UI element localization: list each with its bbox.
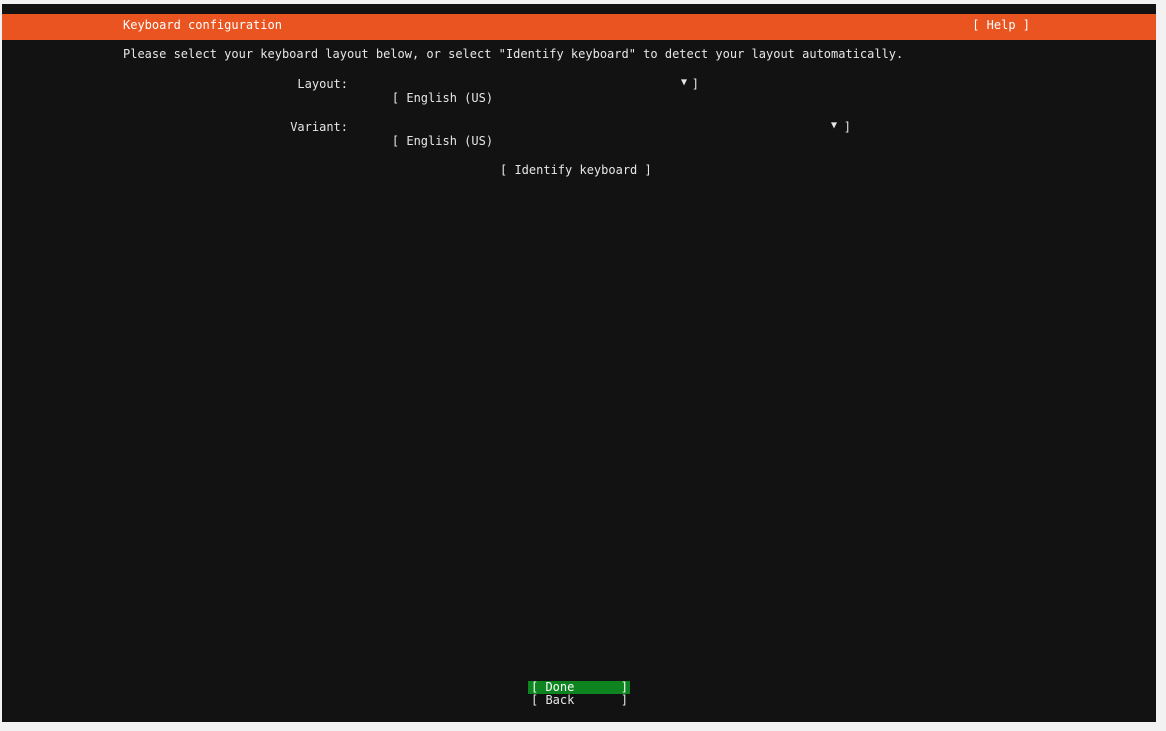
layout-value: [ English (US) (391, 91, 494, 105)
title-bar: Keyboard configuration [ Help ] (2, 14, 1156, 40)
layout-close-bracket: ] (691, 77, 699, 91)
back-button[interactable]: [ Back ] (528, 694, 630, 707)
identify-keyboard-button[interactable]: [ Identify keyboard ] (500, 163, 652, 177)
variant-value: [ English (US) (391, 134, 494, 148)
installer-screen: Keyboard configuration [ Help ] Please s… (2, 4, 1156, 722)
dropdown-arrow-icon: ▼ (830, 120, 837, 131)
back-close-bracket: ] (620, 693, 628, 707)
back-label: [ Back (531, 693, 575, 707)
variant-select[interactable]: [ English (US) ▼ ] (363, 120, 851, 190)
help-button[interactable]: [ Help ] (972, 18, 1030, 32)
layout-label: Layout: (297, 77, 348, 91)
variant-label: Variant: (290, 120, 348, 134)
instructions-text: Please select your keyboard layout below… (123, 47, 904, 61)
dropdown-arrow-icon: ▼ (680, 77, 687, 88)
variant-close-bracket: ] (843, 120, 851, 134)
page-title: Keyboard configuration (123, 18, 282, 32)
